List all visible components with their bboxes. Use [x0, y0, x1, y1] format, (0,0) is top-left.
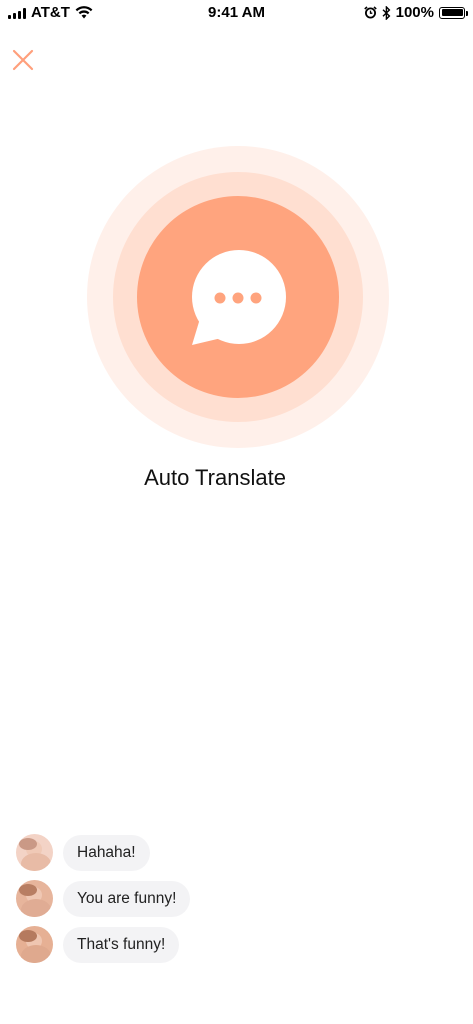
status-bar-right: 100%: [363, 4, 468, 21]
avatar[interactable]: [16, 926, 53, 963]
chat-bubble-dots-icon: [192, 250, 286, 345]
chat-message: You are funny!: [16, 880, 191, 917]
chat-message: Hahaha!: [16, 834, 190, 871]
close-button[interactable]: [10, 47, 36, 73]
message-bubble: Hahaha!: [63, 834, 150, 871]
translate-hero: [87, 146, 389, 448]
chat-list: Hahaha! You are funny! That's funny!: [16, 834, 191, 972]
close-icon: [12, 49, 34, 71]
battery-percent: 100%: [395, 4, 434, 21]
battery-icon: [439, 6, 468, 19]
message-bubble: That's funny!: [63, 926, 180, 963]
chat-message: That's funny!: [16, 926, 190, 963]
mode-title: Auto Translate: [144, 465, 286, 490]
avatar[interactable]: [16, 880, 53, 917]
alarm-icon: [363, 6, 377, 19]
avatar[interactable]: [16, 834, 53, 871]
status-bar: AT&T 9:41 AM 100%: [0, 0, 473, 24]
bluetooth-icon: [382, 5, 391, 20]
message-bubble: You are funny!: [63, 880, 191, 917]
